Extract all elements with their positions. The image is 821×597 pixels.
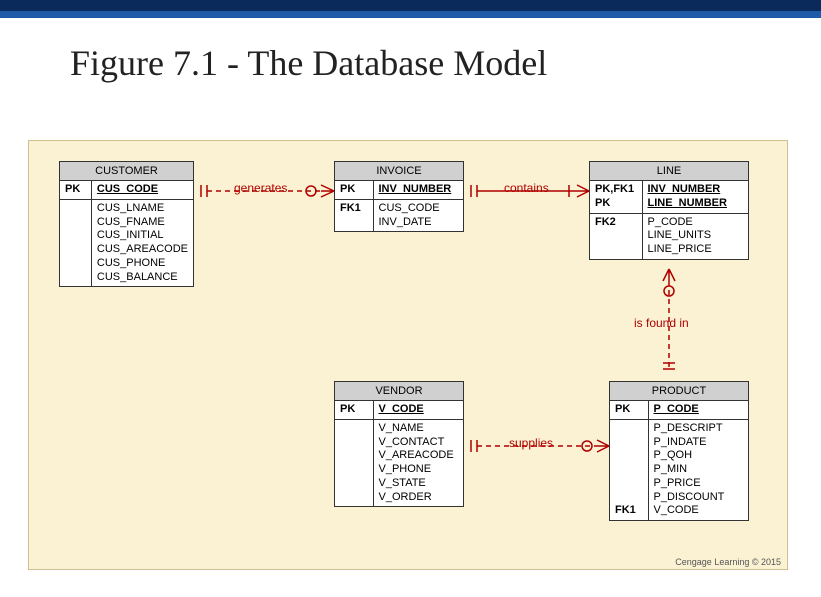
attr: V_PHONE <box>379 463 459 477</box>
entity-product: PRODUCT PK P_CODE FK1 P_DESCRIPT P_INDAT… <box>609 381 749 521</box>
entity-vendor: VENDOR PK V_CODE V_NAME V_CONTACT V_AREA… <box>334 381 464 507</box>
attr: V_AREACODE <box>379 449 459 463</box>
customer-pk-attr: CUS_CODE <box>97 183 158 195</box>
attr: P_PRICE <box>654 477 744 491</box>
attr: CUS_PHONE <box>97 257 188 271</box>
entity-invoice-header: INVOICE <box>335 162 463 181</box>
invoice-attrs: CUS_CODE INV_DATE <box>373 199 463 231</box>
line-pk-attr2: LINE_NUMBER <box>648 197 744 211</box>
product-pk-attr: P_CODE <box>654 403 699 415</box>
entity-line-header: LINE <box>590 162 748 181</box>
attr: INV_DATE <box>379 216 459 230</box>
invoice-fk-label: FK1 <box>335 199 373 231</box>
attr: P_CODE <box>648 216 744 230</box>
attr: P_DISCOUNT <box>654 491 744 505</box>
attr: P_MIN <box>654 463 744 477</box>
rel-is-found-in-label: is found in <box>634 316 689 330</box>
entity-product-header: PRODUCT <box>610 382 748 401</box>
entity-line: LINE PK,FK1 PK INV_NUMBER LINE_NUMBER FK… <box>589 161 749 260</box>
attr: CUS_BALANCE <box>97 271 188 285</box>
entity-customer-header: CUSTOMER <box>60 162 193 181</box>
attr: LINE_PRICE <box>648 243 744 257</box>
attr: CUS_FNAME <box>97 216 188 230</box>
line-attrs: P_CODE LINE_UNITS LINE_PRICE <box>642 213 748 259</box>
vendor-pk-attr: V_CODE <box>379 403 424 415</box>
attr: CUS_AREACODE <box>97 243 188 257</box>
attr: V_CONTACT <box>379 436 459 450</box>
vendor-attrs: V_NAME V_CONTACT V_AREACODE V_PHONE V_ST… <box>373 419 463 506</box>
copyright-text: Cengage Learning © 2015 <box>675 557 781 567</box>
line-pk-attr1: INV_NUMBER <box>648 183 744 197</box>
entity-invoice: INVOICE PK INV_NUMBER FK1 CUS_CODE INV_D… <box>334 161 464 232</box>
attr: P_QOH <box>654 449 744 463</box>
customer-pk-label: PK <box>60 181 91 199</box>
rel-supplies-label: supplies <box>509 436 553 450</box>
attr: V_NAME <box>379 422 459 436</box>
attr: LINE_UNITS <box>648 229 744 243</box>
attr: V_ORDER <box>379 491 459 505</box>
line-fk-label: FK2 <box>590 213 642 259</box>
diagram-canvas: CUSTOMER PK CUS_CODE CUS_LNAME CUS_FNAME… <box>28 140 788 570</box>
page-title: Figure 7.1 - The Database Model <box>70 42 821 84</box>
attr: P_INDATE <box>654 436 744 450</box>
product-fk-label: FK1 <box>610 419 648 520</box>
attr: P_DESCRIPT <box>654 422 744 436</box>
entity-customer: CUSTOMER PK CUS_CODE CUS_LNAME CUS_FNAME… <box>59 161 194 287</box>
rel-generates-label: generates <box>234 181 287 195</box>
invoice-pk-label: PK <box>335 181 373 199</box>
line-pk-labels: PK,FK1 PK <box>590 181 642 213</box>
vendor-pk-label: PK <box>335 401 373 419</box>
attr: CUS_LNAME <box>97 202 188 216</box>
attr: V_STATE <box>379 477 459 491</box>
attr: V_CODE <box>654 504 744 518</box>
attr: CUS_INITIAL <box>97 229 188 243</box>
product-pk-label: PK <box>610 401 648 419</box>
window-top-bar <box>0 0 821 18</box>
customer-attrs: CUS_LNAME CUS_FNAME CUS_INITIAL CUS_AREA… <box>91 199 193 286</box>
invoice-pk-attr: INV_NUMBER <box>379 183 452 195</box>
attr: CUS_CODE <box>379 202 459 216</box>
rel-contains-label: contains <box>504 181 549 195</box>
entity-vendor-header: VENDOR <box>335 382 463 401</box>
product-attrs: P_DESCRIPT P_INDATE P_QOH P_MIN P_PRICE … <box>648 419 748 520</box>
